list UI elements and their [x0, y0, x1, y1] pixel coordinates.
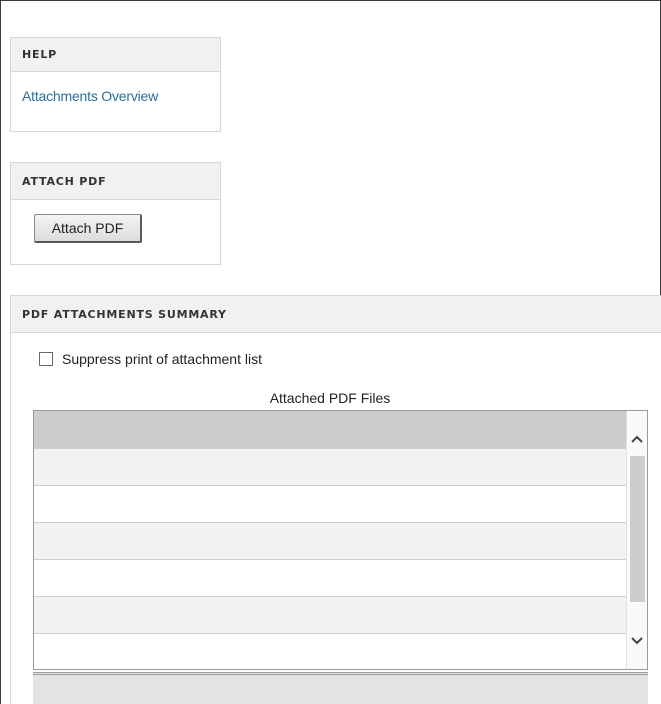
help-panel-title: HELP [11, 38, 220, 72]
list-item[interactable] [34, 522, 626, 559]
suppress-print-checkbox[interactable] [39, 352, 53, 366]
suppress-print-option[interactable]: Suppress print of attachment list [39, 350, 262, 368]
list-header-row [34, 411, 626, 448]
attach-pdf-panel-title: ATTACH PDF [11, 163, 220, 200]
summary-panel-title: PDF ATTACHMENTS SUMMARY [11, 296, 661, 333]
list-item[interactable] [34, 448, 626, 485]
attach-pdf-button[interactable]: Attach PDF [34, 214, 142, 243]
attachments-overview-link[interactable]: Attachments Overview [22, 88, 158, 104]
chevron-up-icon[interactable] [627, 429, 647, 449]
list-item[interactable] [34, 485, 626, 522]
list-scrollbar[interactable] [626, 411, 647, 669]
list-item[interactable] [34, 596, 626, 633]
list-item[interactable] [34, 559, 626, 596]
suppress-print-label: Suppress print of attachment list [62, 351, 262, 367]
attached-files-caption: Attached PDF Files [269, 390, 391, 406]
list-footer-bar [33, 672, 648, 704]
scrollbar-thumb[interactable] [630, 456, 645, 602]
help-panel: HELP [10, 37, 221, 132]
list-item[interactable] [34, 633, 626, 669]
attached-files-list[interactable] [33, 410, 648, 670]
chevron-down-icon[interactable] [627, 631, 647, 651]
